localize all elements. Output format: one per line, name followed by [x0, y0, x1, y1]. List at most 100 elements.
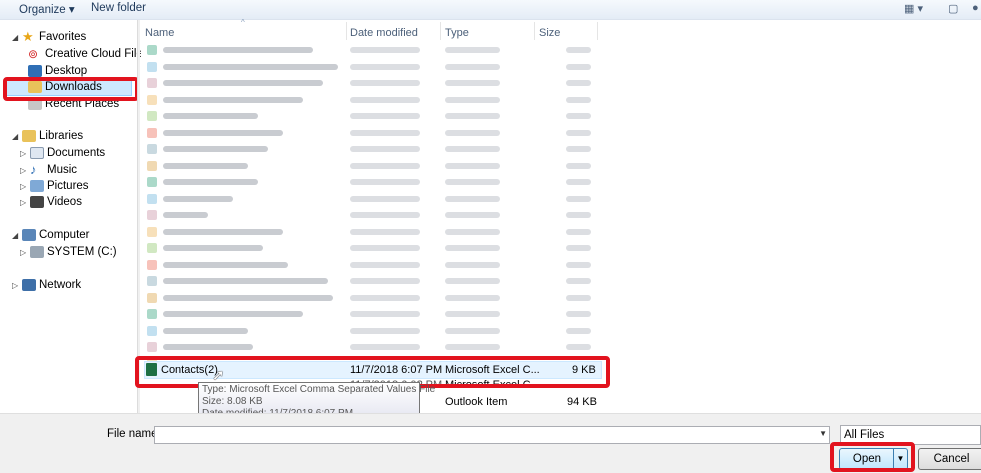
collapse-arrow-icon[interactable]: ▷ — [20, 149, 30, 158]
column-header-size[interactable]: Size — [539, 27, 560, 39]
blurred-text — [566, 162, 591, 169]
documents-icon — [30, 147, 44, 159]
file-icon — [147, 177, 157, 187]
blurred-file-row[interactable] — [141, 174, 601, 190]
blurred-file-row[interactable] — [141, 339, 601, 355]
blurred-text — [566, 63, 591, 70]
column-divider[interactable] — [597, 22, 598, 40]
nav-documents[interactable]: ▷ Documents — [20, 147, 105, 163]
blurred-text — [163, 47, 313, 53]
chevron-down-icon[interactable]: ▼ — [819, 429, 827, 438]
blurred-file-row[interactable] — [141, 42, 601, 58]
downloads-highlight-box — [3, 77, 139, 101]
new-folder-button[interactable]: New folder — [91, 2, 146, 14]
blurred-text — [163, 146, 268, 152]
help-icon[interactable]: ● — [972, 2, 979, 14]
music-icon: ♪ — [30, 162, 37, 177]
nav-computer[interactable]: ◢ Computer — [12, 229, 90, 245]
file-type: Outlook Item — [445, 396, 508, 408]
nav-label: Documents — [47, 147, 106, 159]
blurred-file-row[interactable] — [141, 141, 601, 157]
file-icon — [147, 259, 157, 270]
blurred-text — [163, 278, 328, 284]
file-icon — [147, 292, 157, 303]
file-icon — [147, 342, 157, 352]
blurred-file-row[interactable] — [141, 240, 601, 256]
blurred-file-row[interactable] — [141, 323, 601, 339]
blurred-text — [445, 344, 500, 350]
nav-videos[interactable]: ▷ Videos — [20, 196, 82, 212]
blurred-file-row[interactable] — [141, 92, 601, 108]
blurred-file-row[interactable] — [141, 257, 601, 273]
blurred-file-row[interactable] — [141, 158, 601, 174]
blurred-file-row[interactable] — [141, 191, 601, 207]
blurred-text — [445, 162, 500, 169]
blurred-file-row[interactable] — [141, 125, 601, 141]
blurred-text — [566, 212, 591, 218]
blurred-text — [566, 146, 591, 152]
blurred-file-row[interactable] — [141, 75, 601, 91]
organize-button[interactable]: Organize ▾ — [19, 2, 75, 16]
file-icon — [147, 127, 157, 138]
blurred-file-row[interactable] — [141, 59, 601, 75]
blurred-text — [445, 228, 500, 235]
tooltip-size: Size: 8.08 KB — [202, 396, 263, 407]
nav-creative-cloud[interactable]: ⊚ Creative Cloud Files — [28, 48, 149, 64]
blurred-file-row[interactable] — [141, 290, 601, 306]
expand-arrow-icon[interactable]: ◢ — [12, 231, 22, 240]
nav-label: Desktop — [45, 65, 88, 77]
file-icon — [147, 243, 157, 253]
nav-system-drive[interactable]: ▷ SYSTEM (C:) — [20, 246, 117, 262]
column-divider[interactable] — [346, 22, 347, 40]
column-divider[interactable] — [534, 22, 535, 40]
expand-arrow-icon[interactable]: ◢ — [12, 33, 22, 42]
collapse-arrow-icon[interactable]: ▷ — [20, 248, 30, 257]
blurred-file-row[interactable] — [141, 224, 601, 240]
blurred-text — [163, 245, 263, 251]
blurred-text — [163, 80, 323, 86]
column-divider[interactable] — [440, 22, 441, 40]
nav-favorites[interactable]: ◢ ★ Favorites — [12, 30, 86, 47]
file-size: 94 KB — [567, 396, 597, 408]
blurred-text — [350, 261, 420, 268]
cancel-button[interactable]: Cancel — [918, 448, 981, 470]
nav-pictures[interactable]: ▷ Pictures — [20, 180, 89, 196]
computer-icon — [22, 229, 36, 241]
blurred-text — [350, 80, 420, 86]
pane-splitter[interactable] — [137, 20, 140, 413]
expand-arrow-icon[interactable]: ◢ — [12, 132, 22, 141]
blurred-text — [350, 162, 420, 169]
sort-ascending-icon: ^ — [241, 18, 245, 27]
blurred-text — [445, 327, 500, 334]
nav-music[interactable]: ▷ ♪ Music — [20, 162, 77, 180]
blurred-text — [566, 245, 591, 251]
blurred-file-row[interactable] — [141, 207, 601, 223]
blurred-text — [163, 311, 303, 317]
collapse-arrow-icon[interactable]: ▷ — [20, 198, 30, 207]
blurred-text — [445, 47, 500, 53]
blurred-text — [163, 228, 283, 235]
column-header-name[interactable]: Name — [145, 27, 174, 39]
blurred-text — [445, 294, 500, 301]
nav-libraries[interactable]: ◢ Libraries — [12, 130, 83, 146]
collapse-arrow-icon[interactable]: ▷ — [20, 166, 30, 175]
collapse-arrow-icon[interactable]: ▷ — [20, 182, 30, 191]
blurred-text — [566, 327, 591, 334]
change-view-button[interactable]: ▦ ▾ — [904, 2, 923, 15]
nav-label: Videos — [47, 196, 82, 208]
nav-label: Creative Cloud Files — [45, 48, 149, 60]
blurred-file-row[interactable] — [141, 273, 601, 289]
blurred-text — [350, 195, 420, 202]
column-header-date[interactable]: Date modified — [350, 27, 418, 39]
blurred-text — [350, 327, 420, 334]
file-name-input[interactable]: ▼ — [154, 426, 830, 444]
blurred-text — [445, 212, 500, 218]
blurred-text — [566, 80, 591, 86]
preview-pane-button[interactable]: ▢ — [948, 2, 958, 15]
collapse-arrow-icon[interactable]: ▷ — [12, 281, 22, 290]
blurred-text — [445, 245, 500, 251]
column-header-type[interactable]: Type — [445, 27, 469, 39]
blurred-file-row[interactable] — [141, 108, 601, 124]
nav-network[interactable]: ▷ Network — [12, 279, 81, 295]
blurred-file-row[interactable] — [141, 306, 601, 322]
